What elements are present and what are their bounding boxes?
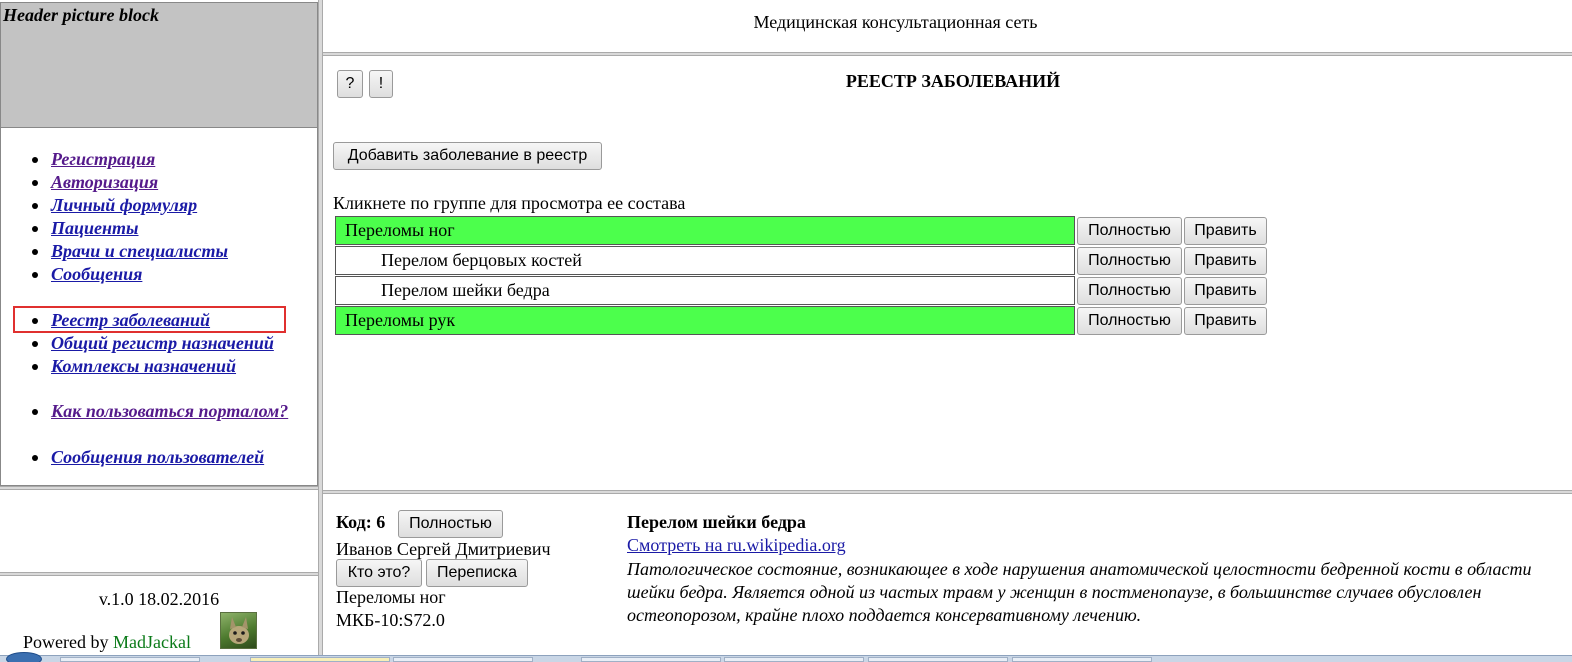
full-view-button[interactable]: Полностью [1077,277,1182,305]
menu-link-user-messages[interactable]: Сообщения пользователей [51,447,264,467]
full-view-button[interactable]: Полностью [1077,217,1182,245]
taskbar-tab[interactable] [250,657,390,662]
registry-group-cell[interactable]: Переломы ног [335,216,1075,245]
frame-divider[interactable] [0,486,320,490]
menu-item-disease-registry[interactable]: Реестр заболеваний [0,309,320,332]
menu-link-messages[interactable]: Сообщения [51,264,142,284]
table-row: Перелом берцовых костей Полностью Правит… [334,246,1268,276]
menu-item-patients[interactable]: Пациенты [0,217,320,240]
author-name: Иванов Сергей Дмитриевич [336,539,551,559]
registry-hint: Кликнете по группе для просмотра ее сост… [333,193,686,213]
registry-group-cell[interactable]: Переломы рук [335,306,1075,335]
menu-link-disease-registry[interactable]: Реестр заболеваний [51,310,210,330]
record-code: Код: 6 [336,512,386,532]
full-view-button[interactable]: Полностью [1077,247,1182,275]
disease-description: Патологическое состояние, возникающее в … [627,559,1532,625]
registry-item-cell[interactable]: Перелом шейки бедра [335,276,1075,305]
taskbar-tab[interactable] [724,657,864,662]
full-view-button[interactable]: Полностью [1077,307,1182,335]
left-navigation-frame: Header picture block Регистрация Авториз… [0,0,320,662]
powered-by-brand: MadJackal [112,632,191,652]
taskbar-tab[interactable] [393,657,533,662]
menu-link-authorization[interactable]: Авторизация [51,172,158,192]
version-label: v.1.0 18.02.2016 [98,589,220,609]
menu-group-help: Как пользоваться порталом? [0,400,320,423]
menu-item-prescription-sets[interactable]: Комплексы назначений [0,355,320,378]
menu-item-messages[interactable]: Сообщения [0,263,320,286]
menu-item-authorization[interactable]: Авторизация [0,171,320,194]
menu-link-how-to-use[interactable]: Как пользоваться порталом? [51,401,288,421]
site-title: Медицинская консультационная сеть [753,12,1038,32]
brand-avatar-image [220,612,257,649]
taskbar-tab[interactable] [60,657,200,662]
menu-link-registration[interactable]: Регистрация [51,149,155,169]
record-full-button[interactable]: Полностью [398,510,503,538]
menu-link-doctors[interactable]: Врачи и специалисты [51,241,228,261]
taskbar-tab[interactable] [1012,657,1152,662]
frame-divider-vertical[interactable] [318,0,323,662]
icd10-code: МКБ-10:S72.0 [336,610,445,630]
menu-item-personal-form[interactable]: Личный формуляр [0,194,320,217]
disease-title: Перелом шейки бедра [627,512,806,532]
edit-button[interactable]: Править [1184,217,1267,245]
frame-divider[interactable] [0,572,320,576]
table-row: Перелом шейки бедра Полностью Править [334,276,1268,306]
menu-group-user-messages: Сообщения пользователей [0,446,320,469]
edit-button[interactable]: Править [1184,277,1267,305]
menu-link-patients[interactable]: Пациенты [51,218,139,238]
edit-button[interactable]: Править [1184,247,1267,275]
menu-item-prescriptions-register[interactable]: Общий регистр назначений [0,332,320,355]
start-button-icon[interactable] [6,652,42,662]
menu-link-personal-form[interactable]: Личный формуляр [51,195,197,215]
menu-item-user-messages[interactable]: Сообщения пользователей [0,446,320,469]
table-row: Переломы рук Полностью Править [334,306,1268,336]
correspondence-button[interactable]: Переписка [426,559,528,587]
menu-item-doctors[interactable]: Врачи и специалисты [0,240,320,263]
jackal-icon [229,617,249,644]
wikipedia-link[interactable]: Смотреть на ru.wikipedia.org [627,535,846,556]
frame-divider[interactable] [323,490,1572,494]
disease-group: Переломы ног [336,587,446,607]
table-row: Переломы ног Полностью Править [334,216,1268,246]
menu-item-how-to-use[interactable]: Как пользоваться порталом? [0,400,320,423]
header-picture-block: Header picture block [0,2,318,128]
menu-link-prescriptions-register[interactable]: Общий регистр назначений [51,333,274,353]
taskbar-tab[interactable] [581,657,721,662]
who-is-this-button[interactable]: Кто это? [336,559,422,587]
menu-group-registry: Реестр заболеваний Общий регистр назначе… [0,309,320,378]
registry-item-cell[interactable]: Перелом берцовых костей [335,246,1075,275]
menu-link-prescription-sets[interactable]: Комплексы назначений [51,356,236,376]
menu-item-registration[interactable]: Регистрация [0,148,320,171]
add-disease-button[interactable]: Добавить заболевание в реестр [333,142,602,170]
frame-divider[interactable] [323,52,1572,56]
page-title: РЕЕСТР ЗАБОЛЕВАНИЙ [845,71,1061,91]
taskbar-tab[interactable] [868,657,1008,662]
edit-button[interactable]: Править [1184,307,1267,335]
powered-by-prefix: Powered by [23,632,113,652]
menu-group-main: Регистрация Авторизация Личный формуляр … [0,148,320,286]
powered-by-label: Powered by MadJackal [23,632,191,653]
header-picture-label: Header picture block [3,5,159,25]
